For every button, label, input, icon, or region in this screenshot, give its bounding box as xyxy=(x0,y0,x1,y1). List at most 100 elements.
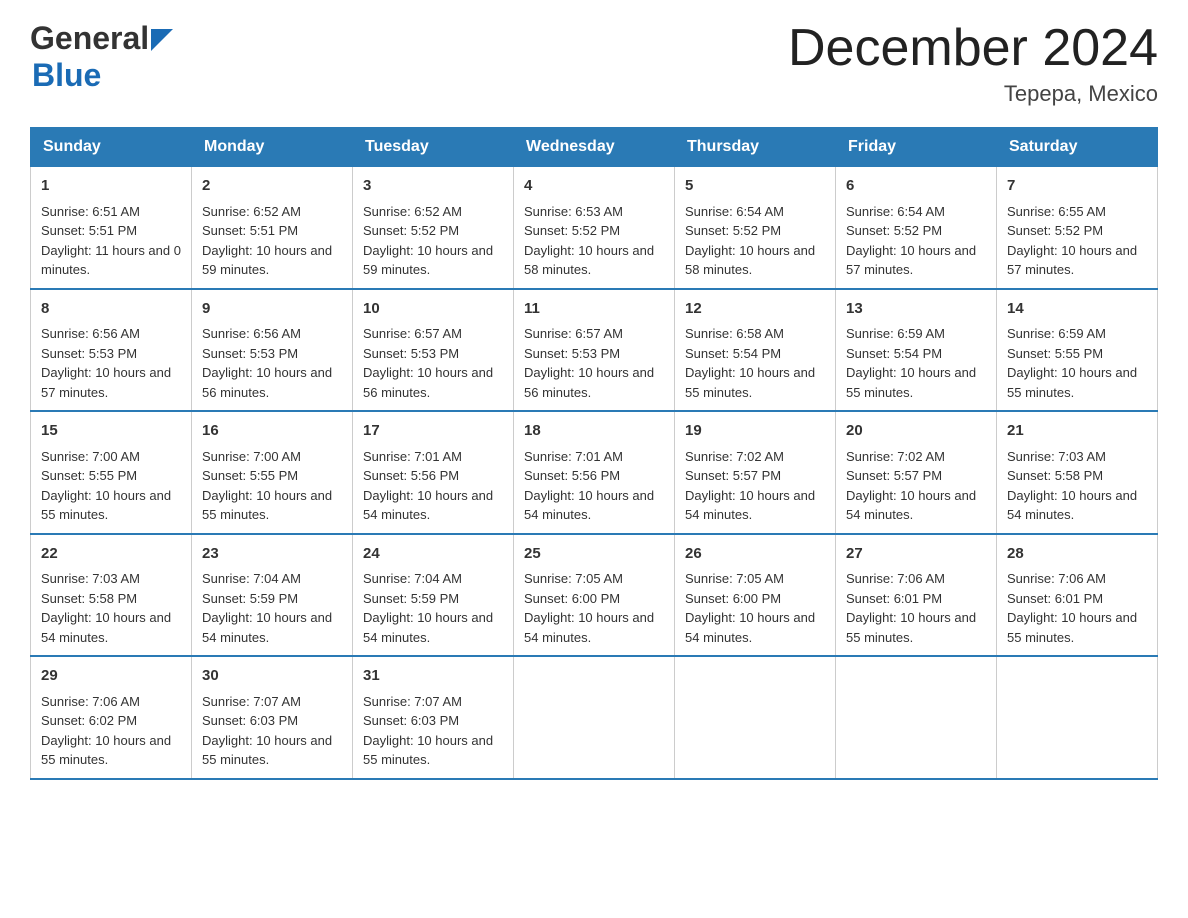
col-header-thursday: Thursday xyxy=(675,128,836,167)
day-number: 29 xyxy=(41,665,181,688)
sunrise-label: Sunrise: 6:57 AM xyxy=(524,326,623,341)
day-number: 17 xyxy=(363,420,503,443)
sunset-label: Sunset: 6:03 PM xyxy=(202,713,298,728)
calendar-cell: 14 Sunrise: 6:59 AM Sunset: 5:55 PM Dayl… xyxy=(997,289,1158,412)
sunrise-label: Sunrise: 7:07 AM xyxy=(363,694,462,709)
daylight-label: Daylight: 10 hours and 56 minutes. xyxy=(363,365,493,400)
logo-arrow-icon xyxy=(151,29,173,51)
day-number: 26 xyxy=(685,543,825,566)
daylight-label: Daylight: 11 hours and 0 minutes. xyxy=(41,243,181,278)
daylight-label: Daylight: 10 hours and 55 minutes. xyxy=(846,610,976,645)
daylight-label: Daylight: 10 hours and 55 minutes. xyxy=(202,488,332,523)
day-number: 28 xyxy=(1007,543,1147,566)
sunset-label: Sunset: 5:51 PM xyxy=(202,223,298,238)
sunset-label: Sunset: 5:54 PM xyxy=(685,346,781,361)
sunrise-label: Sunrise: 6:57 AM xyxy=(363,326,462,341)
calendar-cell: 26 Sunrise: 7:05 AM Sunset: 6:00 PM Dayl… xyxy=(675,534,836,657)
day-number: 31 xyxy=(363,665,503,688)
sunset-label: Sunset: 5:55 PM xyxy=(1007,346,1103,361)
daylight-label: Daylight: 10 hours and 57 minutes. xyxy=(1007,243,1137,278)
sunset-label: Sunset: 5:52 PM xyxy=(846,223,942,238)
daylight-label: Daylight: 10 hours and 57 minutes. xyxy=(846,243,976,278)
daylight-label: Daylight: 10 hours and 55 minutes. xyxy=(1007,610,1137,645)
sunrise-label: Sunrise: 6:58 AM xyxy=(685,326,784,341)
logo-general: General xyxy=(30,20,149,57)
calendar-cell: 10 Sunrise: 6:57 AM Sunset: 5:53 PM Dayl… xyxy=(353,289,514,412)
sunrise-label: Sunrise: 7:04 AM xyxy=(363,571,462,586)
col-header-tuesday: Tuesday xyxy=(353,128,514,167)
daylight-label: Daylight: 10 hours and 54 minutes. xyxy=(846,488,976,523)
day-number: 18 xyxy=(524,420,664,443)
calendar-cell xyxy=(836,656,997,779)
day-number: 11 xyxy=(524,298,664,321)
sunrise-label: Sunrise: 6:52 AM xyxy=(363,204,462,219)
daylight-label: Daylight: 10 hours and 54 minutes. xyxy=(202,610,332,645)
sunrise-label: Sunrise: 6:56 AM xyxy=(202,326,301,341)
col-header-monday: Monday xyxy=(192,128,353,167)
calendar-week-row: 22 Sunrise: 7:03 AM Sunset: 5:58 PM Dayl… xyxy=(31,534,1158,657)
calendar-cell: 8 Sunrise: 6:56 AM Sunset: 5:53 PM Dayli… xyxy=(31,289,192,412)
sunset-label: Sunset: 5:53 PM xyxy=(202,346,298,361)
daylight-label: Daylight: 10 hours and 54 minutes. xyxy=(363,610,493,645)
sunrise-label: Sunrise: 7:02 AM xyxy=(846,449,945,464)
calendar-cell: 22 Sunrise: 7:03 AM Sunset: 5:58 PM Dayl… xyxy=(31,534,192,657)
daylight-label: Daylight: 10 hours and 55 minutes. xyxy=(685,365,815,400)
location-subtitle: Tepepa, Mexico xyxy=(788,81,1158,107)
day-number: 30 xyxy=(202,665,342,688)
calendar-cell: 16 Sunrise: 7:00 AM Sunset: 5:55 PM Dayl… xyxy=(192,411,353,534)
day-number: 24 xyxy=(363,543,503,566)
sunset-label: Sunset: 5:57 PM xyxy=(685,468,781,483)
calendar-week-row: 8 Sunrise: 6:56 AM Sunset: 5:53 PM Dayli… xyxy=(31,289,1158,412)
calendar-cell: 5 Sunrise: 6:54 AM Sunset: 5:52 PM Dayli… xyxy=(675,167,836,289)
col-header-wednesday: Wednesday xyxy=(514,128,675,167)
calendar-cell: 23 Sunrise: 7:04 AM Sunset: 5:59 PM Dayl… xyxy=(192,534,353,657)
daylight-label: Daylight: 10 hours and 58 minutes. xyxy=(524,243,654,278)
daylight-label: Daylight: 10 hours and 56 minutes. xyxy=(202,365,332,400)
daylight-label: Daylight: 10 hours and 54 minutes. xyxy=(363,488,493,523)
calendar-cell: 6 Sunrise: 6:54 AM Sunset: 5:52 PM Dayli… xyxy=(836,167,997,289)
daylight-label: Daylight: 10 hours and 55 minutes. xyxy=(41,733,171,768)
page-header: General Blue December 2024 Tepepa, Mexic… xyxy=(30,20,1158,107)
sunrise-label: Sunrise: 6:52 AM xyxy=(202,204,301,219)
daylight-label: Daylight: 10 hours and 58 minutes. xyxy=(685,243,815,278)
calendar-cell: 1 Sunrise: 6:51 AM Sunset: 5:51 PM Dayli… xyxy=(31,167,192,289)
day-number: 27 xyxy=(846,543,986,566)
calendar-cell: 11 Sunrise: 6:57 AM Sunset: 5:53 PM Dayl… xyxy=(514,289,675,412)
sunset-label: Sunset: 5:52 PM xyxy=(363,223,459,238)
sunrise-label: Sunrise: 7:04 AM xyxy=(202,571,301,586)
sunrise-label: Sunrise: 6:53 AM xyxy=(524,204,623,219)
calendar-cell: 15 Sunrise: 7:00 AM Sunset: 5:55 PM Dayl… xyxy=(31,411,192,534)
sunrise-label: Sunrise: 7:05 AM xyxy=(524,571,623,586)
calendar-cell: 31 Sunrise: 7:07 AM Sunset: 6:03 PM Dayl… xyxy=(353,656,514,779)
daylight-label: Daylight: 10 hours and 54 minutes. xyxy=(1007,488,1137,523)
daylight-label: Daylight: 10 hours and 54 minutes. xyxy=(685,488,815,523)
logo: General Blue xyxy=(30,20,173,94)
calendar-week-row: 1 Sunrise: 6:51 AM Sunset: 5:51 PM Dayli… xyxy=(31,167,1158,289)
sunrise-label: Sunrise: 7:06 AM xyxy=(846,571,945,586)
sunset-label: Sunset: 5:54 PM xyxy=(846,346,942,361)
calendar-cell: 13 Sunrise: 6:59 AM Sunset: 5:54 PM Dayl… xyxy=(836,289,997,412)
daylight-label: Daylight: 10 hours and 54 minutes. xyxy=(524,610,654,645)
sunrise-label: Sunrise: 7:01 AM xyxy=(363,449,462,464)
day-number: 22 xyxy=(41,543,181,566)
sunset-label: Sunset: 5:59 PM xyxy=(363,591,459,606)
sunset-label: Sunset: 6:01 PM xyxy=(846,591,942,606)
daylight-label: Daylight: 10 hours and 55 minutes. xyxy=(41,488,171,523)
daylight-label: Daylight: 10 hours and 55 minutes. xyxy=(846,365,976,400)
daylight-label: Daylight: 10 hours and 55 minutes. xyxy=(202,733,332,768)
calendar-cell: 2 Sunrise: 6:52 AM Sunset: 5:51 PM Dayli… xyxy=(192,167,353,289)
sunset-label: Sunset: 6:03 PM xyxy=(363,713,459,728)
title-block: December 2024 Tepepa, Mexico xyxy=(788,20,1158,107)
daylight-label: Daylight: 10 hours and 54 minutes. xyxy=(41,610,171,645)
sunset-label: Sunset: 6:02 PM xyxy=(41,713,137,728)
sunset-label: Sunset: 6:00 PM xyxy=(685,591,781,606)
daylight-label: Daylight: 10 hours and 57 minutes. xyxy=(41,365,171,400)
calendar-cell: 7 Sunrise: 6:55 AM Sunset: 5:52 PM Dayli… xyxy=(997,167,1158,289)
daylight-label: Daylight: 10 hours and 55 minutes. xyxy=(1007,365,1137,400)
calendar-cell: 25 Sunrise: 7:05 AM Sunset: 6:00 PM Dayl… xyxy=(514,534,675,657)
day-number: 2 xyxy=(202,175,342,198)
calendar-cell xyxy=(997,656,1158,779)
day-number: 4 xyxy=(524,175,664,198)
calendar-cell: 18 Sunrise: 7:01 AM Sunset: 5:56 PM Dayl… xyxy=(514,411,675,534)
calendar-table: SundayMondayTuesdayWednesdayThursdayFrid… xyxy=(30,127,1158,780)
